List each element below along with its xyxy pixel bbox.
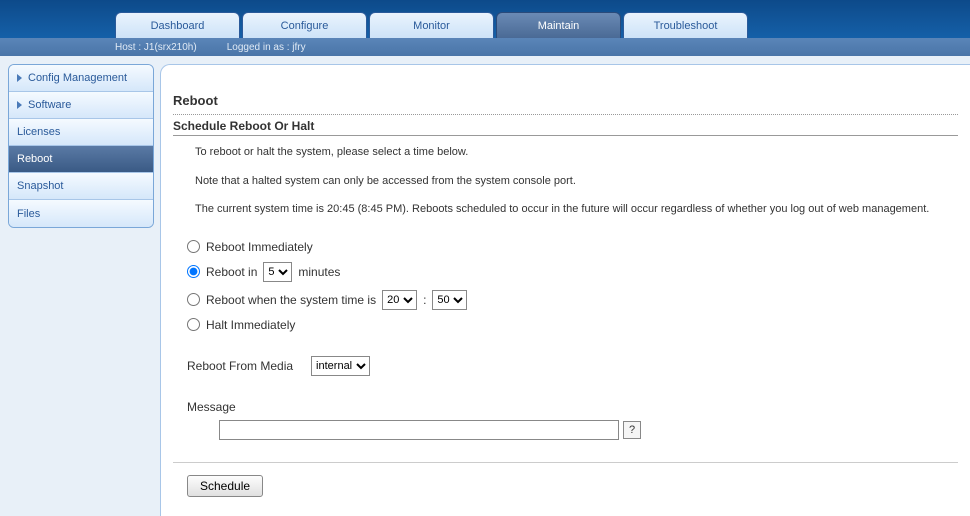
help-button[interactable]: ? bbox=[623, 421, 641, 439]
radio-reboot-immediately[interactable] bbox=[187, 240, 200, 253]
section-title: Schedule Reboot Or Halt bbox=[173, 119, 958, 136]
radio-label: Reboot when the system time is bbox=[206, 293, 376, 307]
help-icon: ? bbox=[629, 424, 635, 436]
reboot-options: Reboot Immediately Reboot in 5 minutes R… bbox=[187, 240, 958, 332]
sidebar-item-snapshot[interactable]: Snapshot bbox=[9, 173, 153, 200]
sidebar-item-files[interactable]: Files bbox=[9, 200, 153, 227]
tab-configure[interactable]: Configure bbox=[242, 12, 367, 38]
sidebar-item-reboot[interactable]: Reboot bbox=[9, 146, 153, 173]
sidebar: Config Management Software Licenses Rebo… bbox=[0, 56, 160, 516]
radio-label-suffix: minutes bbox=[298, 265, 340, 279]
host-label: Host : J1(srx210h) bbox=[115, 42, 197, 53]
sidebar-item-label: Snapshot bbox=[17, 180, 63, 192]
chevron-right-icon bbox=[17, 74, 22, 82]
radio-reboot-in[interactable] bbox=[187, 265, 200, 278]
tab-label: Monitor bbox=[413, 20, 450, 32]
divider bbox=[173, 462, 958, 463]
tab-dashboard[interactable]: Dashboard bbox=[115, 12, 240, 38]
tab-monitor[interactable]: Monitor bbox=[369, 12, 494, 38]
message-label: Message bbox=[187, 400, 236, 414]
divider bbox=[173, 114, 958, 115]
sidebar-item-label: Files bbox=[17, 208, 40, 220]
radio-reboot-when[interactable] bbox=[187, 293, 200, 306]
chevron-right-icon bbox=[17, 101, 22, 109]
description-block: To reboot or halt the system, please sel… bbox=[173, 144, 958, 218]
user-label: Logged in as : jfry bbox=[227, 42, 306, 53]
page-title: Reboot bbox=[173, 93, 958, 108]
sidebar-item-config-management[interactable]: Config Management bbox=[9, 65, 153, 92]
sidebar-item-label: Config Management bbox=[28, 72, 127, 84]
description-line: The current system time is 20:45 (8:45 P… bbox=[195, 201, 958, 218]
schedule-button[interactable]: Schedule bbox=[187, 475, 263, 497]
description-line: To reboot or halt the system, please sel… bbox=[195, 144, 958, 161]
reboot-when-hour-select[interactable]: 20 bbox=[382, 290, 417, 310]
sidebar-item-label: Licenses bbox=[17, 126, 60, 138]
top-tab-bar: Dashboard Configure Monitor Maintain Tro… bbox=[0, 0, 970, 38]
tab-label: Dashboard bbox=[151, 20, 205, 32]
tab-troubleshoot[interactable]: Troubleshoot bbox=[623, 12, 748, 38]
tab-label: Configure bbox=[281, 20, 329, 32]
radio-halt-immediately[interactable] bbox=[187, 318, 200, 331]
description-line: Note that a halted system can only be ac… bbox=[195, 173, 958, 190]
radio-label: Halt Immediately bbox=[206, 318, 295, 332]
tab-label: Troubleshoot bbox=[654, 20, 718, 32]
content-pane: Reboot Schedule Reboot Or Halt To reboot… bbox=[160, 64, 970, 516]
sidebar-item-software[interactable]: Software bbox=[9, 92, 153, 119]
reboot-when-minute-select[interactable]: 50 bbox=[432, 290, 467, 310]
tab-maintain[interactable]: Maintain bbox=[496, 12, 621, 38]
reboot-media-label: Reboot From Media bbox=[187, 359, 293, 373]
radio-label: Reboot Immediately bbox=[206, 240, 313, 254]
button-label: Schedule bbox=[200, 479, 250, 493]
info-bar: Host : J1(srx210h) Logged in as : jfry bbox=[0, 38, 970, 56]
reboot-media-select[interactable]: internal bbox=[311, 356, 370, 376]
message-input[interactable] bbox=[219, 420, 619, 440]
sidebar-item-label: Software bbox=[28, 99, 71, 111]
radio-label: Reboot in bbox=[206, 265, 257, 279]
time-colon: : bbox=[423, 293, 426, 307]
sidebar-item-licenses[interactable]: Licenses bbox=[9, 119, 153, 146]
tab-label: Maintain bbox=[538, 20, 580, 32]
reboot-in-minutes-select[interactable]: 5 bbox=[263, 262, 292, 282]
sidebar-item-label: Reboot bbox=[17, 153, 52, 165]
